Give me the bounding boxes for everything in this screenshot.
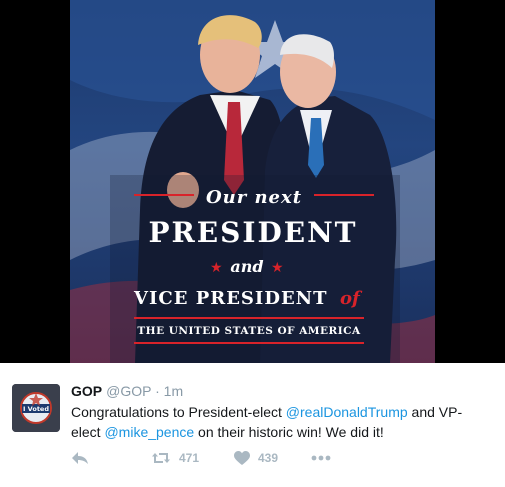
- mention-realdonaldtrump[interactable]: @realDonaldTrump: [286, 404, 408, 420]
- tweet-footer: I Voted GOP @GOP · 1m Congratulations to …: [0, 363, 505, 487]
- i-voted-sticker-icon: I Voted: [12, 384, 60, 432]
- retweet-count: 471: [179, 451, 200, 465]
- star-left-icon: ★: [210, 260, 223, 276]
- retweet-button[interactable]: 471: [151, 446, 199, 470]
- headline-our-next: Our next: [206, 187, 302, 208]
- tweet-header: GOP @GOP · 1m: [71, 383, 183, 399]
- reply-button[interactable]: [71, 446, 89, 470]
- tweet-actions: 471 439: [71, 446, 471, 470]
- more-button[interactable]: [311, 446, 331, 470]
- tweet-timestamp[interactable]: 1m: [164, 383, 183, 399]
- author-handle[interactable]: @GOP: [106, 383, 151, 399]
- headline-and: and: [230, 257, 263, 276]
- like-button[interactable]: 439: [234, 446, 278, 470]
- retweet-icon: [152, 453, 170, 463]
- heart-icon: [234, 450, 250, 465]
- headline-vice-president: VICE PRESIDENT: [133, 288, 328, 309]
- headline-president: PRESIDENT: [148, 216, 357, 249]
- more-dots-icon: [311, 455, 331, 461]
- tweet-text-part-3: on their historic win! We did it!: [194, 424, 384, 440]
- avatar-badge-text: I Voted: [23, 405, 49, 413]
- candidates-photo[interactable]: Our next PRESIDENT ★ and ★ VICE PRESIDEN…: [70, 0, 435, 363]
- tweet-text-part-1: Congratulations to President-elect: [71, 404, 286, 420]
- star-right-icon: ★: [271, 260, 284, 276]
- avatar[interactable]: I Voted: [12, 384, 60, 432]
- like-count: 439: [258, 451, 279, 465]
- author-name[interactable]: GOP: [71, 383, 102, 399]
- headline-of: of: [340, 288, 363, 309]
- headline-overlay: Our next PRESIDENT ★ and ★ VICE PRESIDEN…: [133, 187, 374, 344]
- tweet-text: Congratulations to President-elect @real…: [71, 402, 481, 442]
- mention-mike-pence[interactable]: @mike_pence: [104, 424, 194, 440]
- header-separator: ·: [155, 383, 160, 399]
- headline-usa: THE UNITED STATES OF AMERICA: [137, 325, 361, 337]
- tweet-media[interactable]: Our next PRESIDENT ★ and ★ VICE PRESIDEN…: [0, 0, 505, 363]
- reply-icon: [72, 452, 88, 464]
